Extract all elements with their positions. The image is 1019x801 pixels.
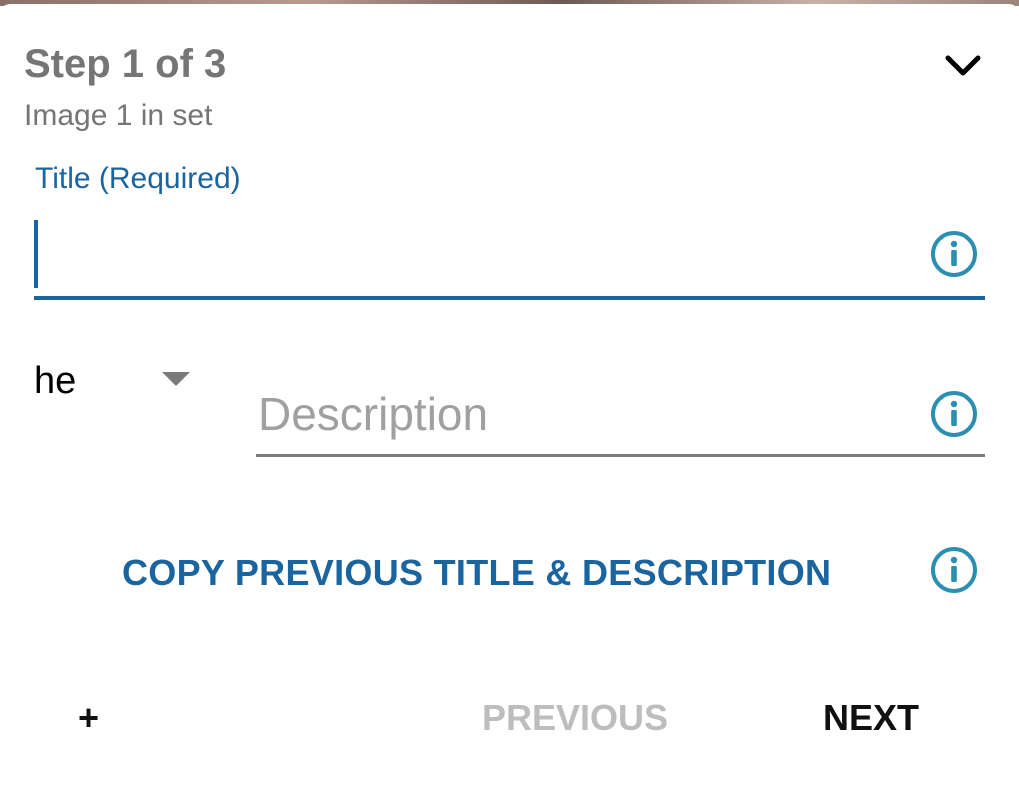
text-caret xyxy=(34,220,38,288)
dropdown-arrow-icon[interactable] xyxy=(162,372,190,386)
info-icon[interactable] xyxy=(930,390,978,438)
info-icon[interactable] xyxy=(930,546,978,594)
next-button[interactable]: NEXT xyxy=(823,696,919,740)
chevron-down-icon[interactable] xyxy=(940,46,986,86)
step-title: Step 1 of 3 xyxy=(24,42,227,86)
info-icon[interactable] xyxy=(930,230,978,278)
previous-button[interactable]: PREVIOUS xyxy=(482,696,668,740)
language-selector[interactable]: he xyxy=(34,358,76,404)
add-button[interactable]: + xyxy=(78,696,99,740)
upload-details-card: Step 1 of 3 Image 1 in set Title (Requir… xyxy=(0,4,1019,801)
title-field-label: Title (Required) xyxy=(35,162,241,195)
description-placeholder: Description xyxy=(258,388,489,440)
copy-previous-button[interactable]: COPY PREVIOUS TITLE & DESCRIPTION xyxy=(122,550,831,596)
title-input[interactable] xyxy=(34,218,985,300)
description-input[interactable]: Description xyxy=(256,384,985,457)
step-subtitle: Image 1 in set xyxy=(24,99,213,132)
